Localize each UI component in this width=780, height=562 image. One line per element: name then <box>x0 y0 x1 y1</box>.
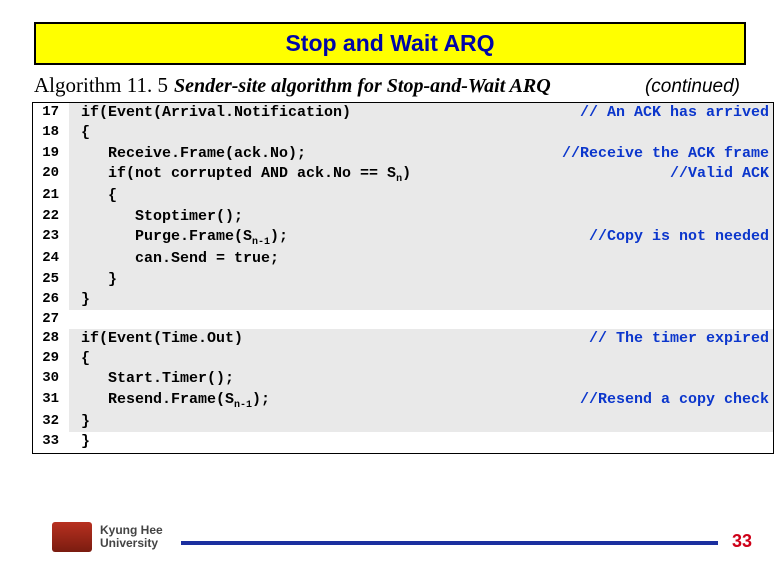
slide-title: Stop and Wait ARQ <box>36 30 744 57</box>
code-text: Receive.Frame(ack.No); <box>81 144 306 164</box>
university-logo-icon <box>52 522 92 552</box>
code-text: Resend.Frame(Sn-1); <box>81 390 270 413</box>
code-line: 17 if(Event(Arrival.Notification) // An AC… <box>33 103 773 123</box>
code-line: 31 Resend.Frame(Sn-1); //Resend a copy ch… <box>33 390 773 413</box>
code-cell: { <box>69 349 773 369</box>
line-number: 26 <box>33 290 69 310</box>
line-number: 32 <box>33 412 69 432</box>
code-line: 27 <box>33 310 773 329</box>
code-cell: } <box>69 290 773 310</box>
code-text: Start.Timer(); <box>81 369 234 389</box>
code-cell: if(Event(Time.Out) // The timer expired <box>69 329 773 349</box>
code-line: 25 } <box>33 270 773 290</box>
code-text: can.Send = true; <box>81 249 279 269</box>
code-line: 24 can.Send = true; <box>33 249 773 269</box>
line-number: 24 <box>33 249 69 269</box>
line-number: 23 <box>33 227 69 250</box>
code-cell: { <box>69 123 773 143</box>
code-cell: Purge.Frame(Sn-1); //Copy is not needed <box>69 227 773 250</box>
code-text: { <box>81 186 117 206</box>
line-number: 28 <box>33 329 69 349</box>
code-text: } <box>81 432 90 452</box>
code-cell: } <box>69 432 773 452</box>
code-line: 22 Stoptimer(); <box>33 207 773 227</box>
line-number: 20 <box>33 164 69 187</box>
line-number: 18 <box>33 123 69 143</box>
code-comment: //Valid ACK <box>670 164 773 187</box>
code-text: Purge.Frame(Sn-1); <box>81 227 288 250</box>
code-cell: if(Event(Arrival.Notification) // An ACK … <box>69 103 773 123</box>
code-line: 26} <box>33 290 773 310</box>
code-comment: //Receive the ACK frame <box>562 144 773 164</box>
algorithm-subheading: Algorithm 11. 5 Sender-site algorithm fo… <box>34 73 746 98</box>
code-text: } <box>81 270 117 290</box>
line-number: 19 <box>33 144 69 164</box>
code-text: if(Event(Arrival.Notification) <box>81 103 351 123</box>
code-line: 20 if(not corrupted AND ack.No == Sn) //V… <box>33 164 773 187</box>
line-number: 27 <box>33 310 69 329</box>
line-number: 29 <box>33 349 69 369</box>
line-number: 17 <box>33 103 69 123</box>
line-number: 30 <box>33 369 69 389</box>
footer-rule <box>181 541 718 545</box>
code-line: 21 { <box>33 186 773 206</box>
code-cell: } <box>69 412 773 432</box>
code-comment: //Copy is not needed <box>589 227 773 250</box>
code-cell: Stoptimer(); <box>69 207 773 227</box>
code-line: 18 { <box>33 123 773 143</box>
line-number: 21 <box>33 186 69 206</box>
code-cell: Receive.Frame(ack.No); //Receive the ACK … <box>69 144 773 164</box>
code-cell: { <box>69 186 773 206</box>
code-line: 32} <box>33 412 773 432</box>
code-text: } <box>81 412 90 432</box>
code-line: 19 Receive.Frame(ack.No); //Receive the A… <box>33 144 773 164</box>
code-line: 23 Purge.Frame(Sn-1); //Copy is not neede… <box>33 227 773 250</box>
code-text: Stoptimer(); <box>81 207 243 227</box>
line-number: 25 <box>33 270 69 290</box>
code-cell: Resend.Frame(Sn-1); //Resend a copy check <box>69 390 773 413</box>
algorithm-label: Algorithm 11. 5 <box>34 73 168 98</box>
code-line: 28 if(Event(Time.Out) // The timer expired <box>33 329 773 349</box>
code-text: { <box>81 123 90 143</box>
code-comment: // The timer expired <box>589 329 773 349</box>
code-cell: Start.Timer(); <box>69 369 773 389</box>
title-bar: Stop and Wait ARQ <box>34 22 746 65</box>
code-line: 30 Start.Timer(); <box>33 369 773 389</box>
continued-label: (continued) <box>645 76 746 98</box>
code-line: 29 { <box>33 349 773 369</box>
code-text: } <box>81 290 90 310</box>
code-cell: can.Send = true; <box>69 249 773 269</box>
code-comment: //Resend a copy check <box>580 390 773 413</box>
university-name: Kyung Hee University <box>100 524 163 549</box>
code-cell: } <box>69 270 773 290</box>
code-comment: // An ACK has arrived <box>580 103 773 123</box>
slide-footer: Kyung Hee University 33 <box>0 522 780 552</box>
code-listing: 17 if(Event(Arrival.Notification) // An AC… <box>32 102 774 454</box>
code-line: 33} <box>33 432 773 452</box>
code-text: { <box>81 349 90 369</box>
code-text: if(Event(Time.Out) <box>81 329 243 349</box>
university-line2: University <box>100 537 163 550</box>
line-number: 33 <box>33 432 69 452</box>
code-text: if(not corrupted AND ack.No == Sn) <box>81 164 411 187</box>
page-number: 33 <box>732 531 752 552</box>
code-cell <box>69 310 773 329</box>
algorithm-caption: Sender-site algorithm for Stop-and-Wait … <box>174 75 551 98</box>
code-cell: if(not corrupted AND ack.No == Sn) //Vali… <box>69 164 773 187</box>
line-number: 31 <box>33 390 69 413</box>
line-number: 22 <box>33 207 69 227</box>
